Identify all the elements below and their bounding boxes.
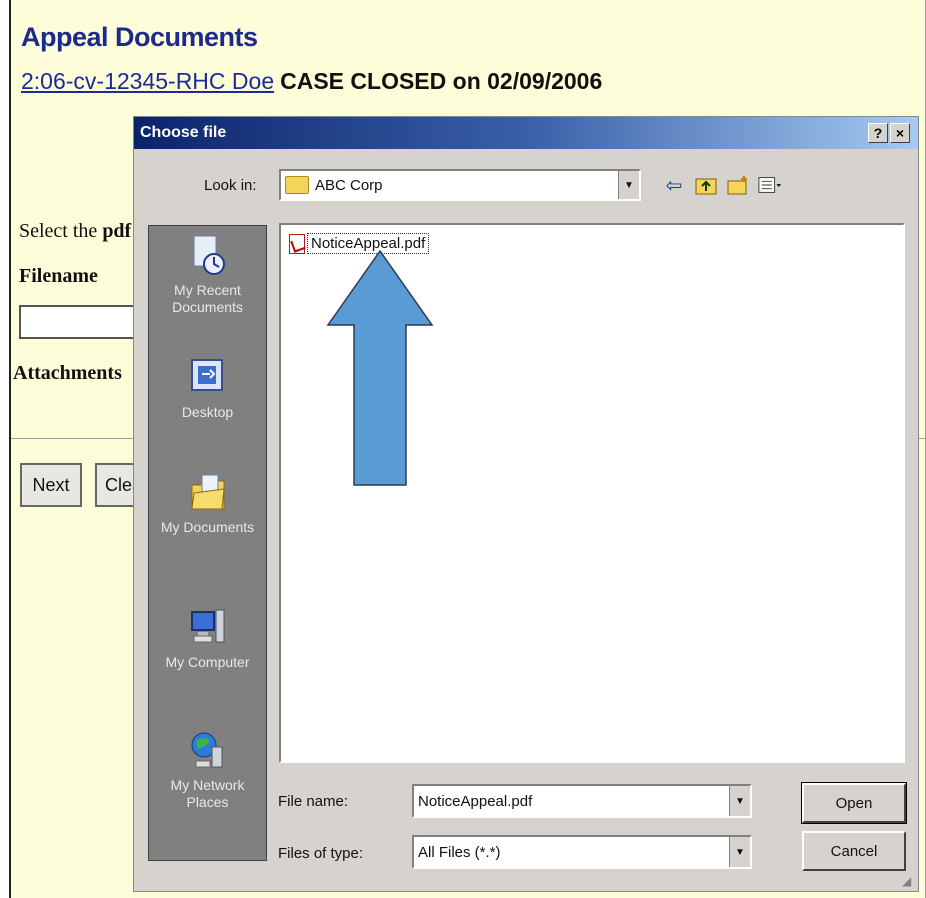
- place-recent-documents[interactable]: My Recent Documents: [149, 234, 266, 316]
- file-type-value: All Files (*.*): [418, 843, 501, 861]
- up-folder-icon[interactable]: [694, 173, 718, 197]
- dialog-title: Choose file: [140, 124, 227, 141]
- my-documents-icon: [190, 474, 225, 510]
- place-my-computer[interactable]: My Computer: [149, 606, 266, 671]
- look-in-value: ABC Corp: [315, 176, 383, 194]
- back-arrow-icon[interactable]: ⇦: [662, 173, 686, 197]
- file-name-input[interactable]: NoticeAppeal.pdf ▼: [412, 784, 752, 818]
- case-line: 2:06-cv-12345-RHC Doe CASE CLOSED on 02/0…: [21, 68, 602, 95]
- cancel-button[interactable]: Cancel: [802, 831, 906, 871]
- place-my-documents[interactable]: My Documents: [149, 471, 266, 536]
- network-places-icon: [191, 732, 222, 768]
- pdf-file-icon: [289, 233, 305, 254]
- select-prefix: Select the: [19, 220, 103, 242]
- place-label: My Computer: [165, 654, 250, 670]
- place-label: My Recent Documents: [172, 282, 243, 315]
- annotation-up-arrow: [326, 249, 434, 486]
- page-title: Appeal Documents: [21, 22, 258, 52]
- case-status: CASE CLOSED on 02/09/2006: [280, 68, 603, 94]
- place-label: Desktop: [181, 404, 234, 420]
- help-button[interactable]: ?: [868, 123, 888, 143]
- places-bar: My Recent Documents Desktop My Documents…: [148, 225, 267, 861]
- place-desktop[interactable]: Desktop: [149, 356, 266, 421]
- my-computer-icon: [190, 609, 224, 643]
- filename-input[interactable]: [19, 305, 149, 339]
- recent-documents-icon: [193, 235, 225, 275]
- place-label: My Network Places: [170, 777, 245, 810]
- chevron-down-icon[interactable]: ▼: [729, 786, 750, 816]
- resize-grip-icon[interactable]: ◢: [902, 875, 916, 889]
- case-number-link[interactable]: 2:06-cv-12345-RHC Doe: [21, 68, 274, 94]
- filename-label: Filename: [19, 265, 98, 287]
- views-menu-icon[interactable]: [758, 173, 782, 197]
- folder-icon: [285, 176, 309, 194]
- place-label: My Documents: [160, 519, 255, 535]
- attachments-label: Attachments: [13, 362, 122, 384]
- file-name-label: File name:: [278, 793, 349, 810]
- look-in-select[interactable]: ABC Corp ▼: [279, 169, 641, 201]
- place-network-places[interactable]: My Network Places: [149, 729, 266, 811]
- open-button[interactable]: Open: [801, 782, 907, 824]
- dialog-titlebar[interactable]: Choose file ? ×: [134, 117, 918, 149]
- chevron-down-icon[interactable]: ▼: [618, 171, 639, 199]
- file-type-select[interactable]: All Files (*.*) ▼: [412, 835, 752, 869]
- look-in-label: Look in:: [204, 177, 257, 194]
- select-instruction: Select the pdf: [19, 220, 131, 243]
- file-name-value: NoticeAppeal.pdf: [418, 792, 533, 810]
- chevron-down-icon[interactable]: ▼: [729, 837, 750, 867]
- desktop-icon: [190, 359, 223, 391]
- file-type-label: Files of type:: [278, 845, 364, 862]
- choose-file-dialog: Choose file ? × Look in: ABC Corp ▼ ⇦ My…: [133, 116, 919, 892]
- new-folder-icon[interactable]: [726, 173, 750, 197]
- close-button[interactable]: ×: [890, 123, 910, 143]
- next-button[interactable]: Next: [20, 463, 82, 507]
- select-bold: pdf: [102, 220, 132, 242]
